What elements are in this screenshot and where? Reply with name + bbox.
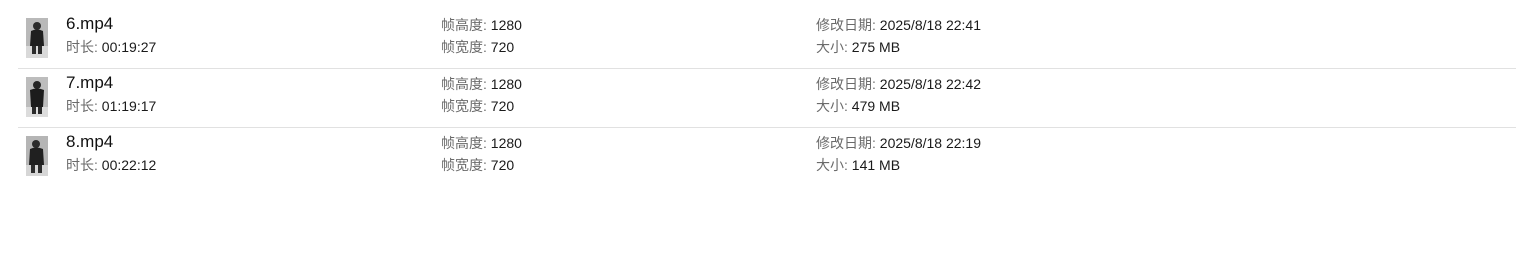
modified-date-value: 2025/8/18 22:42 [879, 76, 981, 92]
modified-date-field: 修改日期: 2025/8/18 22:42 [816, 75, 981, 93]
file-row[interactable]: 7.mp4 时长: 01:19:17 帧高度: 1280 帧宽度: 720 修改… [18, 69, 1516, 128]
duration-value: 00:22:12 [101, 157, 157, 173]
duration-value: 00:19:27 [101, 39, 157, 55]
video-thumbnail-icon [26, 77, 48, 117]
frame-height-label: 帧高度: [441, 76, 487, 92]
file-row[interactable]: 8.mp4 时长: 00:22:12 帧高度: 1280 帧宽度: 720 修改… [18, 128, 1516, 187]
modified-date-field: 修改日期: 2025/8/18 22:19 [816, 134, 981, 152]
frame-width-label: 帧宽度: [441, 157, 487, 173]
duration-field: 时长: 01:19:17 [66, 97, 156, 115]
duration-value: 01:19:17 [101, 98, 157, 114]
modified-date-value: 2025/8/18 22:19 [879, 135, 981, 151]
size-label: 大小: [816, 39, 848, 55]
frame-height-label: 帧高度: [441, 135, 487, 151]
file-row[interactable]: 6.mp4 时长: 00:19:27 帧高度: 1280 帧宽度: 720 修改… [18, 10, 1516, 69]
frame-height-field: 帧高度: 1280 [441, 75, 522, 93]
frame-width-value: 720 [490, 157, 515, 173]
frame-height-value: 1280 [490, 17, 522, 33]
frame-height-field: 帧高度: 1280 [441, 134, 522, 152]
file-list: 6.mp4 时长: 00:19:27 帧高度: 1280 帧宽度: 720 修改… [0, 0, 1516, 275]
file-name[interactable]: 6.mp4 [66, 14, 113, 34]
file-name[interactable]: 7.mp4 [66, 73, 113, 93]
frame-width-value: 720 [490, 98, 515, 114]
frame-width-label: 帧宽度: [441, 39, 487, 55]
frame-height-value: 1280 [490, 76, 522, 92]
video-thumbnail-icon [26, 136, 48, 176]
frame-width-field: 帧宽度: 720 [441, 156, 514, 174]
frame-width-label: 帧宽度: [441, 98, 487, 114]
frame-width-value: 720 [490, 39, 515, 55]
size-value: 479 MB [851, 98, 901, 114]
video-thumbnail-icon [26, 18, 48, 58]
duration-field: 时长: 00:22:12 [66, 156, 156, 174]
modified-date-value: 2025/8/18 22:41 [879, 17, 981, 33]
size-label: 大小: [816, 98, 848, 114]
modified-date-label: 修改日期: [816, 17, 876, 33]
modified-date-label: 修改日期: [816, 135, 876, 151]
frame-width-field: 帧宽度: 720 [441, 38, 514, 56]
duration-label: 时长: [66, 157, 98, 173]
frame-height-value: 1280 [490, 135, 522, 151]
frame-width-field: 帧宽度: 720 [441, 97, 514, 115]
duration-label: 时长: [66, 39, 98, 55]
file-name[interactable]: 8.mp4 [66, 132, 113, 152]
size-label: 大小: [816, 157, 848, 173]
duration-label: 时长: [66, 98, 98, 114]
size-value: 141 MB [851, 157, 901, 173]
duration-field: 时长: 00:19:27 [66, 38, 156, 56]
size-field: 大小: 141 MB [816, 156, 900, 174]
modified-date-field: 修改日期: 2025/8/18 22:41 [816, 16, 981, 34]
size-field: 大小: 479 MB [816, 97, 900, 115]
frame-height-label: 帧高度: [441, 17, 487, 33]
modified-date-label: 修改日期: [816, 76, 876, 92]
size-value: 275 MB [851, 39, 901, 55]
size-field: 大小: 275 MB [816, 38, 900, 56]
frame-height-field: 帧高度: 1280 [441, 16, 522, 34]
